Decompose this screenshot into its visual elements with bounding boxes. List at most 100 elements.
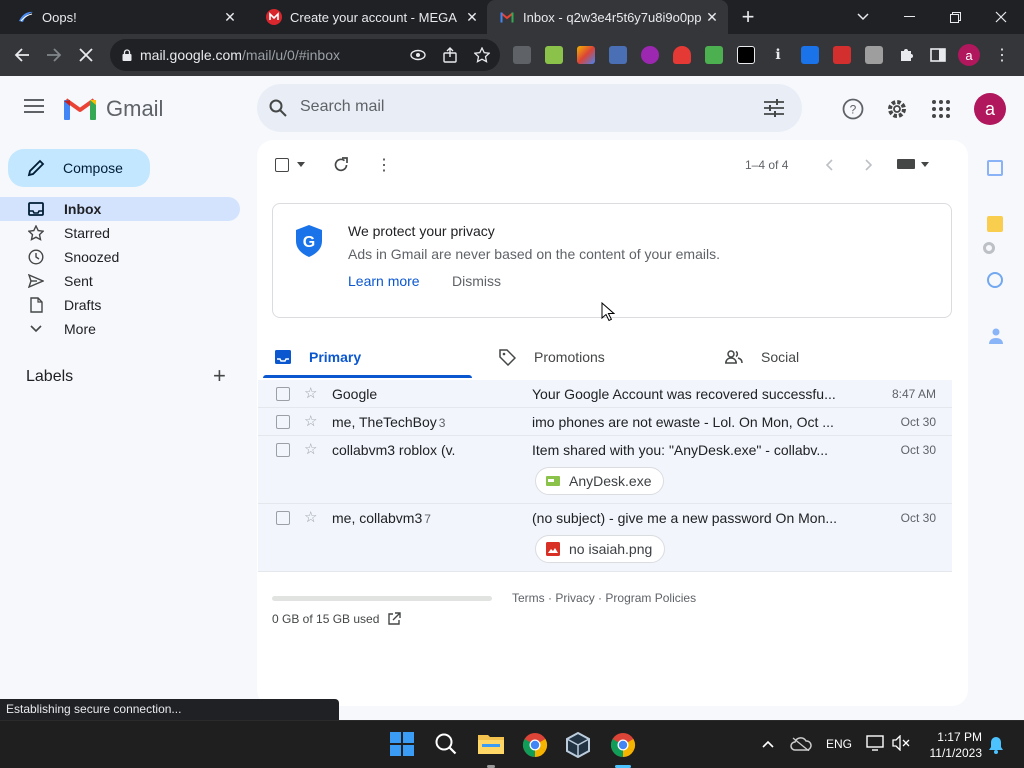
extension-icon[interactable] xyxy=(833,46,851,64)
search-input[interactable]: Search mail xyxy=(300,98,384,116)
attachment-chip[interactable]: AnyDesk.exe xyxy=(535,467,665,495)
extension-icon[interactable] xyxy=(705,46,723,64)
contacts-icon[interactable] xyxy=(989,328,1003,344)
side-panel-icon[interactable] xyxy=(926,43,950,67)
volume-muted-icon[interactable] xyxy=(892,735,910,751)
nav-starred[interactable]: Starred xyxy=(0,222,240,244)
learn-more-link[interactable]: Learn more xyxy=(348,273,420,289)
row-checkbox[interactable] xyxy=(276,387,290,401)
terms-link[interactable]: Terms xyxy=(512,591,545,605)
search-icon[interactable] xyxy=(434,732,460,758)
prev-page-icon[interactable] xyxy=(825,159,833,171)
extension-icon[interactable] xyxy=(737,46,755,64)
forward-icon[interactable] xyxy=(42,43,66,67)
extension-icon[interactable] xyxy=(641,46,659,64)
star-icon[interactable]: ☆ xyxy=(304,508,317,526)
more-actions-icon[interactable]: ⋮ xyxy=(376,155,392,175)
nav-snoozed[interactable]: Snoozed xyxy=(0,246,240,268)
calendar-icon[interactable] xyxy=(987,160,1003,176)
account-avatar[interactable]: a xyxy=(974,93,1006,125)
star-icon[interactable]: ☆ xyxy=(304,440,317,458)
minimize-icon[interactable] xyxy=(886,0,932,34)
browser-tab-inbox[interactable]: Inbox - q2w3e4r5t6y7u8i9o0pp ✕ xyxy=(487,0,728,34)
external-link-icon[interactable] xyxy=(387,612,402,626)
star-icon[interactable]: ☆ xyxy=(304,412,317,430)
email-row[interactable]: ☆ Google Your Google Account was recover… xyxy=(258,380,952,408)
close-tab-icon[interactable]: ✕ xyxy=(462,7,482,27)
language-indicator[interactable]: ENG xyxy=(826,737,852,751)
row-checkbox[interactable] xyxy=(276,443,290,457)
restore-icon[interactable] xyxy=(932,0,978,34)
browser-tab-oops[interactable]: Oops! ✕ xyxy=(0,0,246,34)
search-bar[interactable]: Search mail xyxy=(257,84,802,132)
tab-primary[interactable]: Primary xyxy=(263,336,472,378)
add-label-button[interactable]: + xyxy=(213,363,226,389)
tab-search-icon[interactable] xyxy=(840,0,886,34)
search-icon[interactable] xyxy=(269,99,287,117)
stop-loading-icon[interactable] xyxy=(74,43,98,67)
puzzle-icon[interactable] xyxy=(894,43,918,67)
next-page-icon[interactable] xyxy=(865,159,873,171)
program-policies-link[interactable]: Program Policies xyxy=(605,591,696,605)
tab-underline xyxy=(263,375,472,378)
new-tab-button[interactable]: + xyxy=(726,0,770,34)
extension-icon[interactable] xyxy=(673,46,691,64)
tab-promotions[interactable]: Promotions xyxy=(489,336,698,378)
nav-sent[interactable]: Sent xyxy=(0,270,240,292)
attachment-chip[interactable]: no isaiah.png xyxy=(535,535,666,563)
clock[interactable]: 1:17 PM 11/1/2023 xyxy=(924,729,983,761)
share-icon[interactable] xyxy=(438,43,462,67)
chrome-icon[interactable] xyxy=(522,732,548,758)
select-dropdown-icon[interactable] xyxy=(297,162,305,167)
notification-bell-icon[interactable] xyxy=(988,736,1004,754)
file-explorer-icon[interactable] xyxy=(478,732,504,768)
chevron-up-icon[interactable] xyxy=(762,740,774,748)
row-checkbox[interactable] xyxy=(276,415,290,429)
extension-icon[interactable] xyxy=(801,46,819,64)
nav-drafts[interactable]: Drafts xyxy=(0,294,240,316)
email-row[interactable]: ☆ me, collabvm3 7 (no subject) - give me … xyxy=(258,504,952,572)
search-options-icon[interactable] xyxy=(764,99,784,117)
row-checkbox[interactable] xyxy=(276,511,290,525)
eye-off-icon[interactable] xyxy=(406,43,430,67)
close-window-icon[interactable] xyxy=(978,0,1024,34)
bookmark-star-icon[interactable] xyxy=(470,43,494,67)
keyboard-icon[interactable] xyxy=(897,158,931,170)
nav-label: Inbox xyxy=(64,201,102,217)
back-icon[interactable] xyxy=(10,43,34,67)
close-tab-icon[interactable]: ✕ xyxy=(220,7,240,27)
nav-inbox[interactable]: Inbox xyxy=(0,197,240,221)
chrome-active-icon[interactable] xyxy=(610,732,638,768)
windows-start-icon[interactable] xyxy=(390,732,416,758)
profile-avatar[interactable]: a xyxy=(958,44,980,66)
virtualbox-icon[interactable] xyxy=(565,732,591,758)
hamburger-menu-icon[interactable] xyxy=(24,98,46,114)
info-icon[interactable]: ℹ xyxy=(769,46,787,64)
storage-usage: 0 GB of 15 GB used xyxy=(272,612,402,626)
extension-icon[interactable] xyxy=(865,46,883,64)
display-icon[interactable] xyxy=(866,735,884,751)
browser-tab-mega[interactable]: Create your account - MEGA ✕ xyxy=(248,0,488,34)
privacy-link[interactable]: Privacy xyxy=(555,591,594,605)
nav-more[interactable]: More xyxy=(0,318,240,340)
extension-icon[interactable] xyxy=(577,46,595,64)
onedrive-icon[interactable] xyxy=(790,737,812,751)
close-tab-icon[interactable]: ✕ xyxy=(702,7,722,27)
help-icon[interactable]: ? xyxy=(842,98,864,120)
tab-social[interactable]: Social xyxy=(715,336,924,378)
email-row[interactable]: ☆ collabvm3 roblox (v. Item shared with … xyxy=(258,436,952,504)
tasks-icon[interactable] xyxy=(987,272,1003,288)
refresh-icon[interactable] xyxy=(333,157,349,173)
select-all-checkbox[interactable] xyxy=(275,158,289,172)
keep-icon[interactable] xyxy=(987,216,1003,232)
email-row[interactable]: ☆ me, TheTechBoy 3 imo phones are not ewa… xyxy=(258,408,952,436)
apps-grid-icon[interactable] xyxy=(932,100,950,118)
star-icon[interactable]: ☆ xyxy=(304,384,317,402)
extension-icon[interactable] xyxy=(513,46,531,64)
settings-gear-icon[interactable] xyxy=(886,98,908,120)
menu-dots-icon[interactable]: ⋮ xyxy=(990,43,1014,67)
compose-button[interactable]: Compose xyxy=(8,149,150,187)
dismiss-button[interactable]: Dismiss xyxy=(452,273,501,289)
extension-icon[interactable] xyxy=(545,46,563,64)
extension-icon[interactable] xyxy=(609,46,627,64)
